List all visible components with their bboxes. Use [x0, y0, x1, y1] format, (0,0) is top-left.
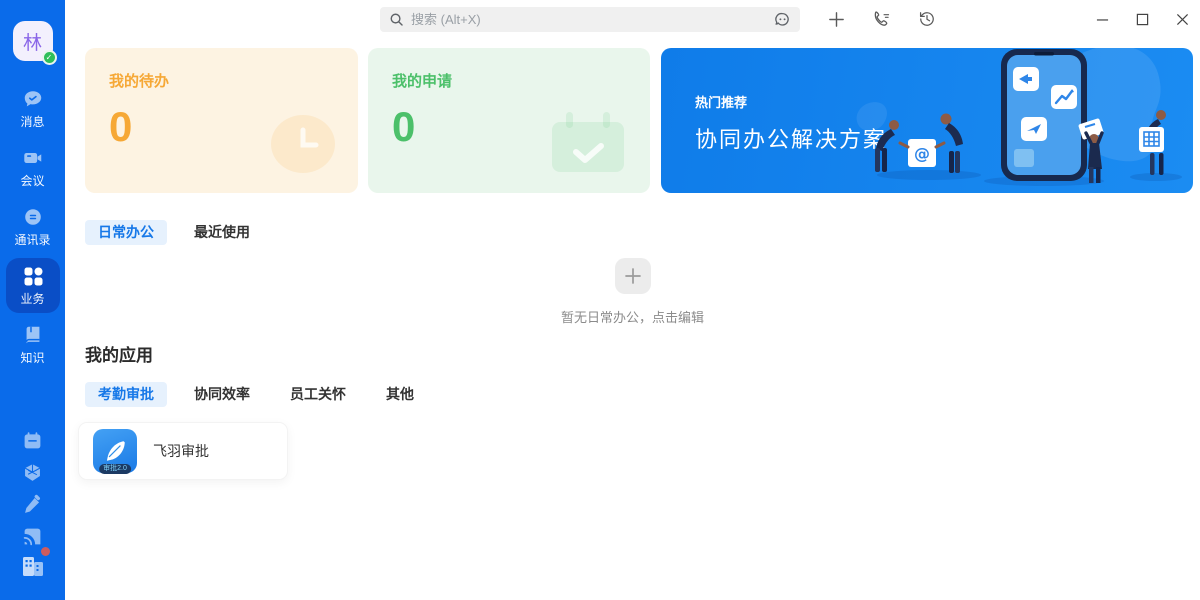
avatar-initial: 林 — [23, 28, 42, 55]
organization-button[interactable] — [0, 551, 65, 584]
search-bar[interactable] — [380, 7, 800, 32]
window-controls — [1093, 0, 1191, 38]
maximize-button[interactable] — [1133, 10, 1151, 28]
pencil-icon[interactable] — [22, 494, 43, 516]
promo-banner[interactable]: 热门推荐 协同办公解决方案 — [661, 48, 1193, 193]
banner-tag: 热门推荐 — [695, 92, 747, 111]
main-content: 我的待办 0 我的申请 0 热门推荐 协同办公解决方案 — [65, 38, 1200, 600]
apps-grid-icon — [21, 265, 45, 287]
calendar-icon[interactable] — [22, 430, 43, 452]
online-status-icon: ✓ — [42, 50, 57, 65]
assistant-icon[interactable] — [774, 11, 791, 28]
todo-card[interactable]: 我的待办 0 — [85, 48, 358, 193]
close-button[interactable] — [1173, 10, 1191, 28]
sidebar-item-business[interactable]: 业务 — [6, 258, 60, 313]
search-input[interactable] — [411, 12, 767, 27]
titlebar — [65, 0, 1200, 38]
search-icon — [389, 12, 404, 27]
tab-recently-used[interactable]: 最近使用 — [181, 220, 263, 245]
app-name: 飞羽审批 — [153, 441, 209, 461]
sidebar-item-label: 消息 — [20, 113, 44, 130]
tab-attendance-approval[interactable]: 考勤审批 — [85, 382, 167, 407]
sidebar-item-label: 知识 — [20, 349, 44, 366]
my-apps-tabs: 考勤审批 协同效率 员工关怀 其他 — [85, 382, 427, 407]
daily-empty-state: 暂无日常办公，点击编辑 — [65, 258, 1200, 326]
sidebar-tools — [0, 430, 65, 548]
contacts-icon — [22, 206, 44, 228]
history-icon[interactable] — [917, 9, 937, 29]
apply-card[interactable]: 我的申请 0 — [368, 48, 650, 193]
cube-icon[interactable] — [22, 462, 43, 484]
notification-dot — [41, 547, 50, 556]
titlebar-actions — [827, 0, 937, 38]
sidebar-item-meetings[interactable]: 会议 — [6, 140, 60, 195]
add-daily-app-button[interactable] — [615, 258, 651, 294]
sidebar-item-knowledge[interactable]: 知识 — [6, 317, 60, 372]
sidebar-item-label: 会议 — [20, 172, 44, 189]
screencast-icon[interactable] — [22, 526, 43, 548]
sidebar-nav: 消息 会议 通讯录 业务 — [6, 81, 60, 372]
daily-tabs: 日常办公 最近使用 — [85, 220, 263, 245]
svg-text:@: @ — [914, 144, 930, 163]
avatar[interactable]: 林 ✓ — [13, 21, 53, 61]
empty-hint-text: 暂无日常办公，点击编辑 — [561, 307, 704, 326]
book-icon — [22, 324, 44, 346]
clock-icon — [270, 114, 336, 179]
apply-count: 0 — [392, 103, 416, 151]
sidebar-item-messages[interactable]: 消息 — [6, 81, 60, 136]
todo-count: 0 — [109, 103, 133, 151]
app-icon-badge: 审批2.0 — [99, 464, 131, 474]
sidebar-item-label: 业务 — [20, 290, 44, 307]
video-camera-icon — [22, 147, 44, 169]
banner-illustration: @ — [851, 48, 1191, 193]
calendar-check-icon — [548, 110, 628, 179]
feather-icon: 审批2.0 — [93, 429, 137, 473]
minimize-button[interactable] — [1093, 10, 1111, 28]
sidebar-item-contacts[interactable]: 通讯录 — [6, 199, 60, 254]
app-card-feiyu-approval[interactable]: 审批2.0 飞羽审批 — [78, 422, 288, 480]
plus-icon[interactable] — [827, 10, 846, 29]
apply-card-title: 我的申请 — [392, 70, 452, 91]
tab-daily-office[interactable]: 日常办公 — [85, 220, 167, 245]
tab-others[interactable]: 其他 — [373, 382, 427, 407]
tab-employee-care[interactable]: 员工关怀 — [277, 382, 359, 407]
my-apps-title: 我的应用 — [85, 341, 153, 366]
todo-card-title: 我的待办 — [109, 70, 169, 91]
app-window: 林 ✓ 消息 会议 通讯录 — [0, 0, 1200, 600]
sidebar-item-label: 通讯录 — [14, 231, 50, 248]
sidebar: 林 ✓ 消息 会议 通讯录 — [0, 0, 65, 600]
phone-call-icon[interactable] — [871, 9, 892, 30]
chat-bubble-icon — [22, 88, 44, 110]
tab-collaboration-efficiency[interactable]: 协同效率 — [181, 382, 263, 407]
